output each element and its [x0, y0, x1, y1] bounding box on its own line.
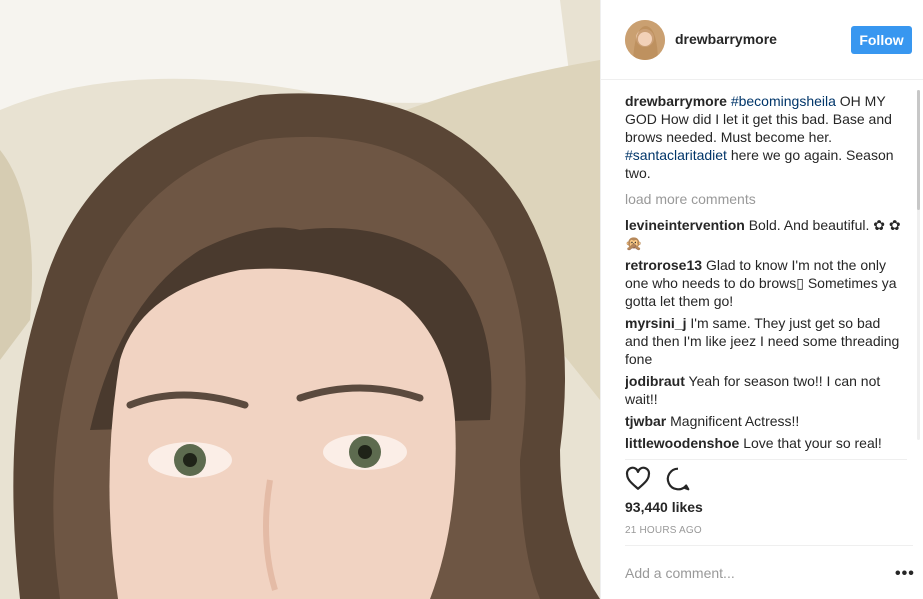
comment-item: jodibraut Yeah for season two!! I can no… — [625, 372, 907, 408]
post-photo[interactable] — [0, 0, 600, 599]
hashtag-link[interactable]: #santaclaritadiet — [625, 147, 727, 163]
comment-bubble-icon[interactable] — [665, 466, 691, 492]
likes-count[interactable]: 93,440 likes — [625, 499, 703, 515]
selfie-image — [0, 0, 600, 599]
caption: drewbarrymore #becomingsheila OH MY GOD … — [625, 92, 907, 182]
add-comment-section: Add a comment... ••• — [625, 545, 915, 599]
follow-button[interactable]: Follow — [851, 26, 912, 54]
comment-item: retrorose13 Glad to know I'm not the onl… — [625, 256, 907, 310]
post-timestamp[interactable]: 21 HOURS AGO — [625, 525, 702, 536]
load-more-comments-link[interactable]: load more comments — [625, 190, 907, 208]
comment-username[interactable]: jodibraut — [625, 373, 685, 389]
heart-icon[interactable] — [625, 466, 651, 492]
comment-username[interactable]: tjwbar — [625, 413, 666, 429]
comment-item: littlewoodenshoe Love that your so real! — [625, 434, 907, 452]
post-header: drewbarrymore Follow — [601, 0, 923, 80]
comment-username[interactable]: levineintervention — [625, 217, 745, 233]
action-bar — [625, 459, 907, 499]
more-options-icon[interactable]: ••• — [895, 565, 915, 583]
scrollbar-thumb[interactable] — [917, 90, 920, 210]
instagram-post: drewbarrymore Follow drewbarrymore #beco… — [0, 0, 923, 599]
avatar[interactable] — [625, 20, 665, 60]
comment-item: levineintervention Bold. And beautiful. … — [625, 216, 907, 252]
caption-username[interactable]: drewbarrymore — [625, 93, 727, 109]
comment-username[interactable]: myrsini_j — [625, 315, 686, 331]
header-username[interactable]: drewbarrymore — [675, 31, 777, 47]
comment-text: Love that your so real! — [743, 435, 882, 451]
post-side-panel: drewbarrymore Follow drewbarrymore #beco… — [600, 0, 923, 599]
comment-item: myrsini_j I'm same. They just get so bad… — [625, 314, 907, 368]
comment-text: Magnificent Actress!! — [670, 413, 800, 429]
comment-username[interactable]: littlewoodenshoe — [625, 435, 739, 451]
comment-username[interactable]: retrorose13 — [625, 257, 702, 273]
avatar-image — [625, 20, 665, 60]
hashtag-link[interactable]: #becomingsheila — [731, 93, 836, 109]
comments-list: drewbarrymore #becomingsheila OH MY GOD … — [625, 92, 907, 452]
comments-scrollbar[interactable] — [917, 90, 920, 440]
comment-item: tjwbar Magnificent Actress!! — [625, 412, 907, 430]
add-comment-input[interactable]: Add a comment... — [625, 565, 735, 581]
